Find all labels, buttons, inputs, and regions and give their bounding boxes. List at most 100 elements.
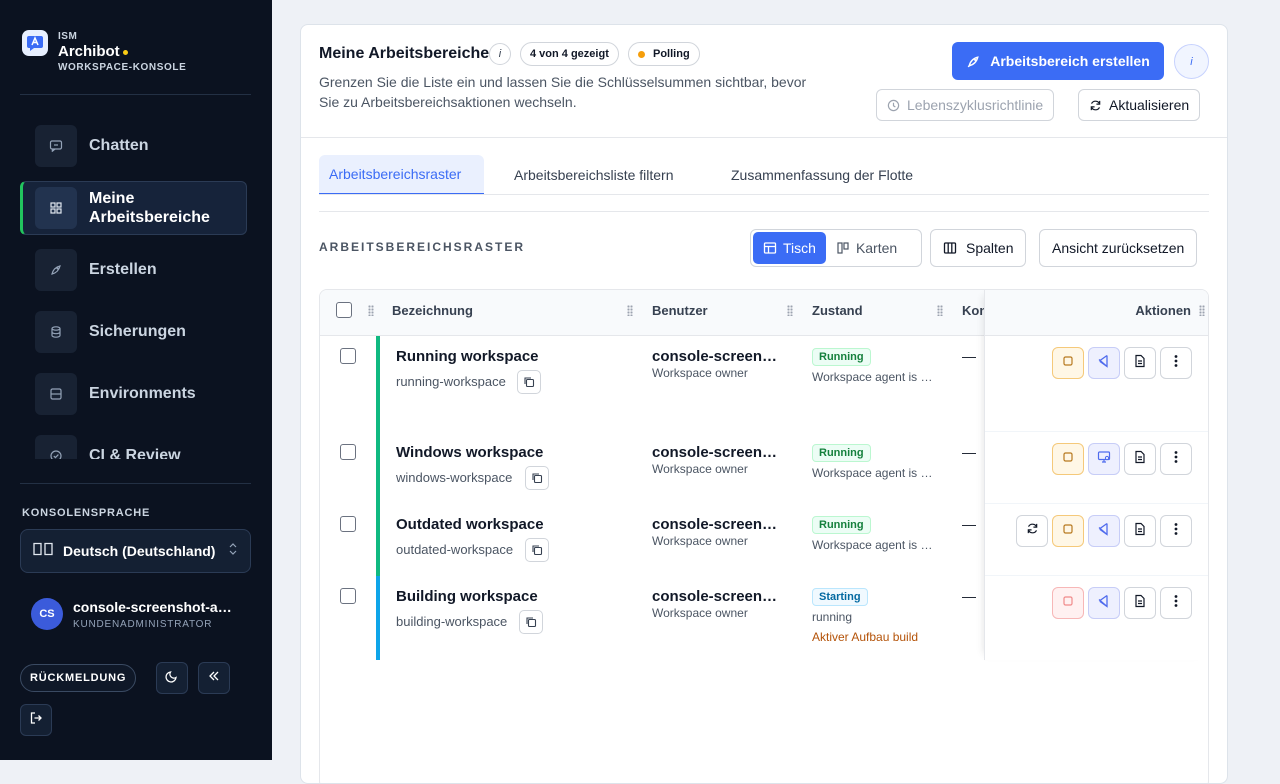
row-checkbox[interactable] xyxy=(340,348,356,364)
workspace-table: Bezeichnung Benutzer Zustand Kon Running… xyxy=(319,289,1209,783)
workspace-name[interactable]: Windows workspace xyxy=(396,444,543,461)
cards-icon xyxy=(836,241,850,255)
header-info-icon[interactable]: i xyxy=(1174,44,1209,79)
status-detail: Workspace agent is connected xyxy=(812,538,936,552)
divider xyxy=(20,94,251,95)
tab-arbeitsbereichsliste-filtern[interactable]: Arbeitsbereichsliste filtern xyxy=(504,155,684,195)
brand[interactable]: ISM Archibot WORKSPACE-KONSOLE xyxy=(22,30,186,73)
sidebar-item-environments[interactable]: Environments xyxy=(20,367,247,421)
drag-handle-icon[interactable] xyxy=(627,305,633,316)
workspace-name[interactable]: Building workspace xyxy=(396,588,538,605)
row-checkbox[interactable] xyxy=(340,588,356,604)
open-vscode-button[interactable] xyxy=(1088,515,1120,547)
tab-zusammenfassung-der-flotte[interactable]: Zusammenfassung der Flotte xyxy=(721,155,923,195)
stop-icon xyxy=(1062,354,1074,372)
sidebar-item-erstellen[interactable]: Erstellen xyxy=(20,243,247,297)
tab-arbeitsbereichsraster[interactable]: Arbeitsbereichsraster xyxy=(319,155,484,195)
refresh-button[interactable]: Aktualisieren xyxy=(1078,89,1201,121)
more-actions-button[interactable] xyxy=(1160,587,1192,619)
more-actions-button[interactable] xyxy=(1160,515,1192,547)
drag-handle-icon[interactable] xyxy=(368,305,374,316)
reset-view-button[interactable]: Ansicht zurücksetzen xyxy=(1039,229,1198,267)
update-button[interactable] xyxy=(1016,515,1048,547)
columns-button[interactable]: Spalten xyxy=(930,229,1027,267)
stop-button[interactable] xyxy=(1052,443,1084,475)
row-checkbox[interactable] xyxy=(340,516,356,532)
remote-desktop-button[interactable] xyxy=(1088,443,1120,475)
feedback-button[interactable]: RÜCKMELDUNG xyxy=(20,664,137,692)
sidebar-item-label: Sicherungen xyxy=(89,323,186,340)
kon-value: — xyxy=(962,444,976,460)
table-icon xyxy=(763,241,777,255)
logout-icon xyxy=(29,711,43,730)
lifecycle-policy-label: Lebenszyklusrichtlinie xyxy=(907,97,1044,113)
grid-icon xyxy=(35,187,77,229)
book-icon xyxy=(33,542,53,561)
row-checkbox[interactable] xyxy=(340,444,356,460)
sidebar-item-meine-arbeitsbereiche[interactable]: Meine Arbeitsbereiche xyxy=(20,181,247,235)
workspace-name[interactable]: Outdated workspace xyxy=(396,516,544,533)
document-icon xyxy=(1134,594,1146,613)
copy-icon[interactable] xyxy=(525,466,549,490)
cancel-build-button[interactable] xyxy=(1052,587,1084,619)
drag-handle-icon[interactable] xyxy=(787,305,793,316)
workspace-slug: windows-workspace xyxy=(396,470,513,485)
drag-handle-icon[interactable] xyxy=(937,305,943,316)
view-table-button[interactable]: Tisch xyxy=(753,232,826,264)
collapse-sidebar-button[interactable] xyxy=(198,662,230,694)
view-cards-button[interactable]: Karten xyxy=(826,232,907,264)
sidebar-item-label: CI & Review xyxy=(89,447,181,459)
workspaces-panel: Meine Arbeitsbereiche i 4 von 4 gezeigt … xyxy=(300,24,1228,784)
stop-button[interactable] xyxy=(1052,515,1084,547)
row-divider xyxy=(985,503,1208,504)
copy-icon[interactable] xyxy=(519,610,543,634)
sidebar-item-sicherungen[interactable]: Sicherungen xyxy=(20,305,247,359)
more-actions-button[interactable] xyxy=(1160,347,1192,379)
column-header-bezeichnung[interactable]: Bezeichnung xyxy=(392,303,473,318)
document-icon xyxy=(1134,354,1146,373)
sidebar-item-chatten[interactable]: Chatten xyxy=(20,119,247,173)
more-vertical-icon xyxy=(1174,594,1178,613)
create-workspace-button[interactable]: Arbeitsbereich erstellen xyxy=(952,42,1164,80)
more-actions-button[interactable] xyxy=(1160,443,1192,475)
select-all-checkbox[interactable] xyxy=(336,302,352,318)
copy-icon[interactable] xyxy=(517,370,541,394)
logs-button[interactable] xyxy=(1124,515,1156,547)
logs-button[interactable] xyxy=(1124,587,1156,619)
document-icon xyxy=(1134,522,1146,541)
status-bar xyxy=(376,504,380,576)
open-vscode-button[interactable] xyxy=(1088,587,1120,619)
refresh-icon xyxy=(1089,99,1102,112)
language-select[interactable]: Deutsch (Deutschland) xyxy=(20,529,251,573)
dark-mode-toggle[interactable] xyxy=(156,662,188,694)
refresh-label: Aktualisieren xyxy=(1109,97,1190,113)
page-title: Meine Arbeitsbereiche xyxy=(319,45,490,62)
column-header-benutzer[interactable]: Benutzer xyxy=(652,303,708,318)
lifecycle-policy-button[interactable]: Lebenszyklusrichtlinie xyxy=(876,89,1055,121)
logs-button[interactable] xyxy=(1124,443,1156,475)
status-detail: Workspace agent is connected xyxy=(812,370,936,384)
sidebar: ISM Archibot WORKSPACE-KONSOLE Chatten M… xyxy=(0,0,272,760)
title-info-icon[interactable]: i xyxy=(489,43,511,65)
divider xyxy=(319,211,1209,212)
workspace-slug: running-workspace xyxy=(396,374,506,389)
column-header-aktionen: Aktionen xyxy=(1135,303,1191,318)
row-divider xyxy=(985,575,1208,576)
vscode-icon xyxy=(1097,594,1111,613)
server-icon xyxy=(35,373,77,415)
status-bar xyxy=(376,576,380,660)
user-profile[interactable]: CS console-screenshot-admin KUNDENADMINI… xyxy=(31,598,237,630)
moon-icon xyxy=(165,669,179,688)
status-cell: Running Workspace agent is connected xyxy=(812,515,936,552)
copy-icon[interactable] xyxy=(525,538,549,562)
clock-icon xyxy=(887,99,900,112)
sidebar-item-ci-review[interactable]: CI & Review xyxy=(20,429,247,459)
drag-handle-icon[interactable] xyxy=(1199,305,1205,316)
logout-button[interactable] xyxy=(20,704,52,736)
column-header-zustand[interactable]: Zustand xyxy=(812,303,863,318)
stop-button[interactable] xyxy=(1052,347,1084,379)
view-toggle: Tisch Karten xyxy=(750,229,922,267)
logs-button[interactable] xyxy=(1124,347,1156,379)
open-vscode-button[interactable] xyxy=(1088,347,1120,379)
workspace-name[interactable]: Running workspace xyxy=(396,348,539,365)
